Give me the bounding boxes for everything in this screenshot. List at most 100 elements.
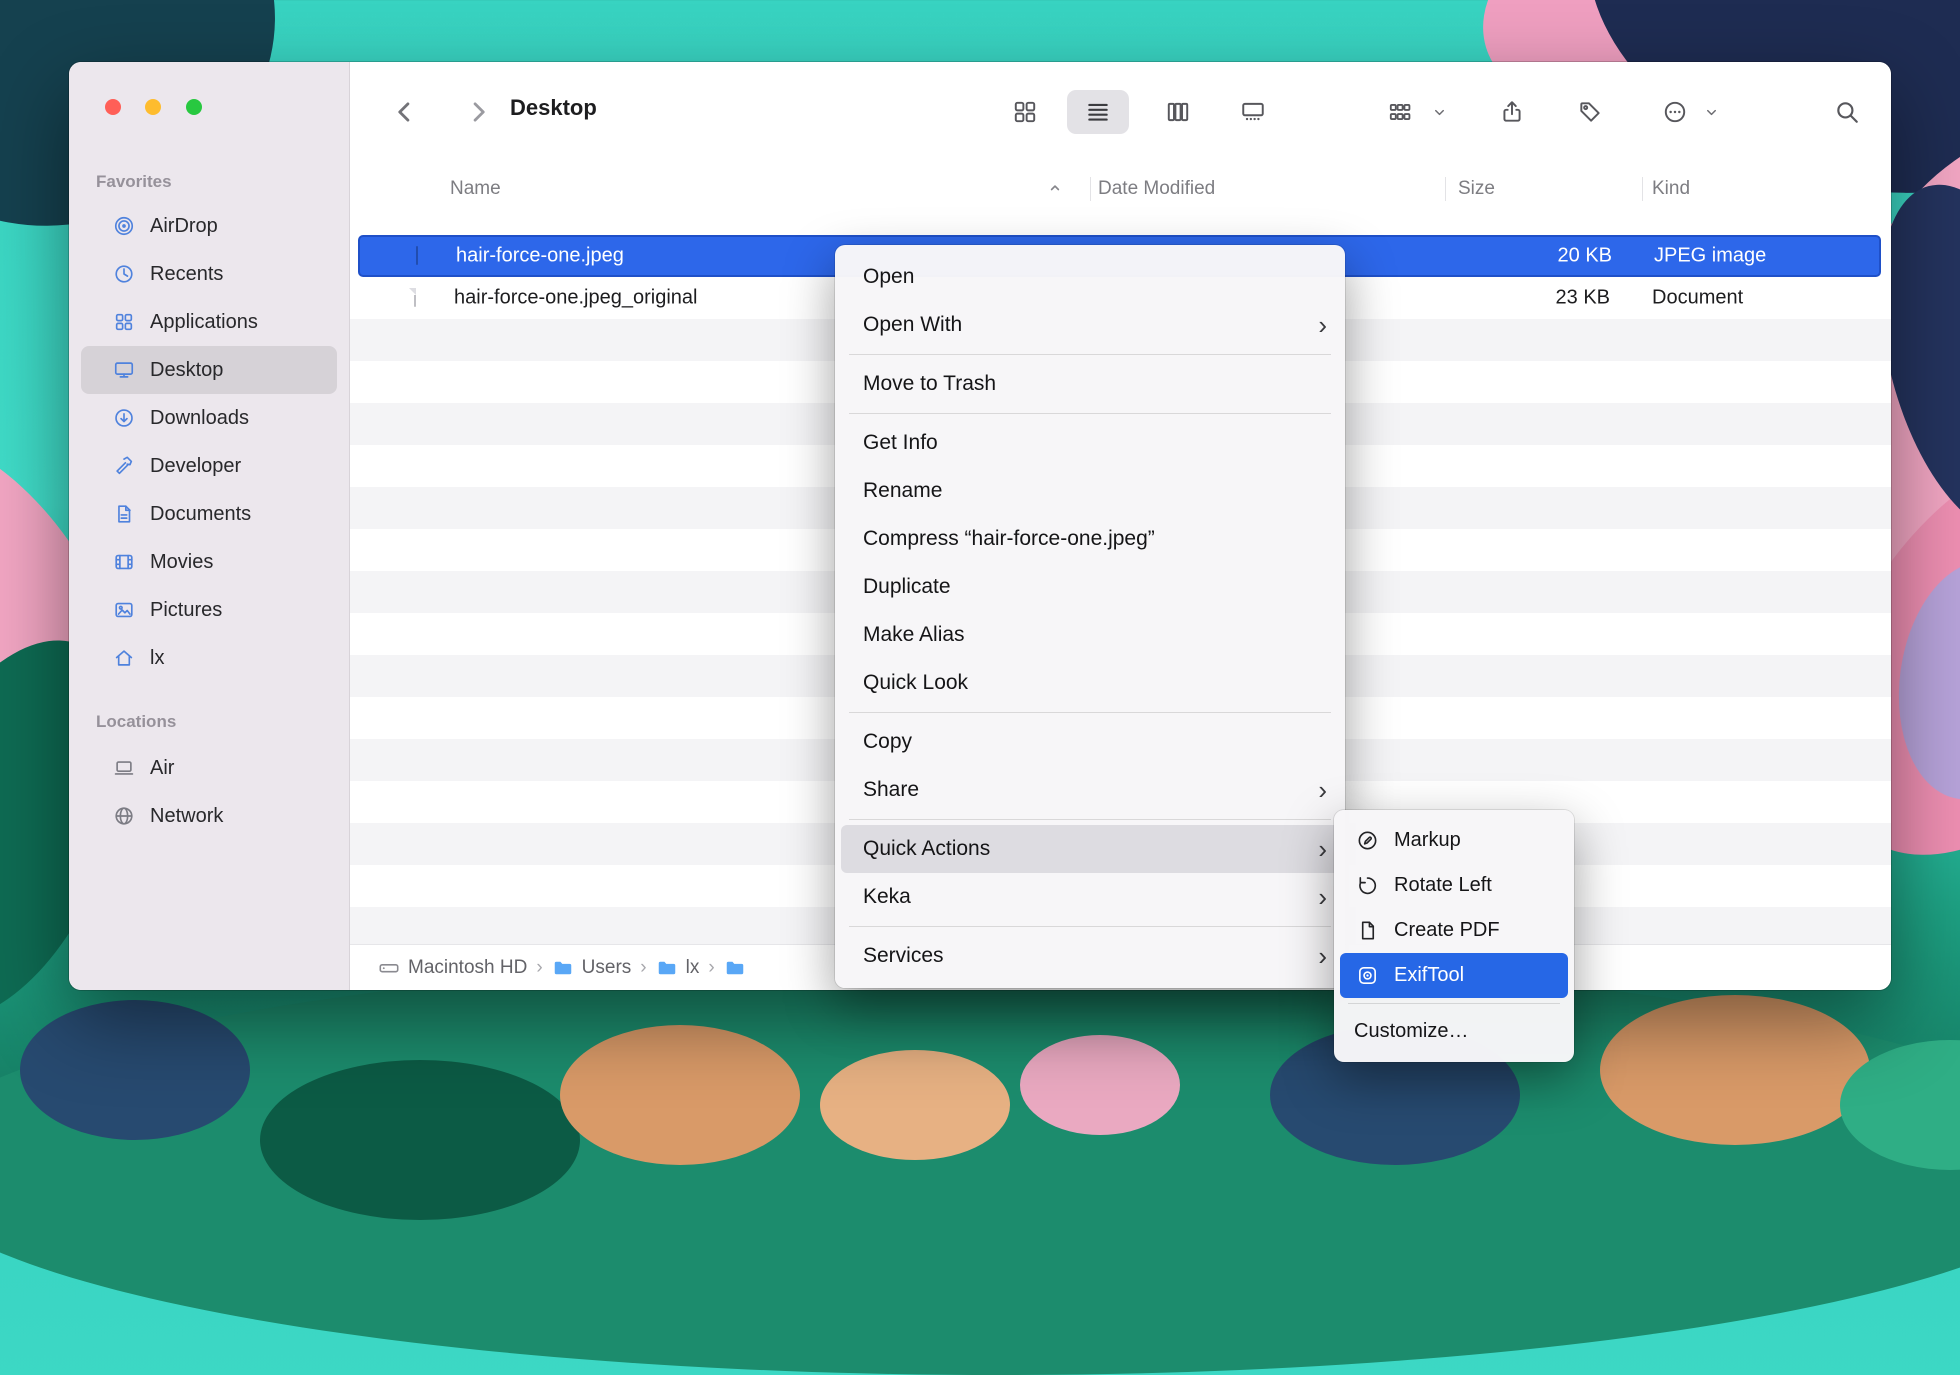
sidebar-item-label: Developer [150,455,241,478]
submenu-item-label: Markup [1394,829,1564,852]
sidebar-item-recents[interactable]: Recents [81,250,337,298]
pathbar-label: Users [582,957,632,979]
menu-item-open-with[interactable]: Open With› [835,301,1345,349]
airdrop-icon [112,214,136,238]
menu-item-share[interactable]: Share› [835,766,1345,814]
sidebar-item-label: Network [150,805,223,828]
tags-button[interactable] [1570,92,1610,132]
search-icon [1834,99,1860,125]
column-divider[interactable] [1642,177,1643,201]
sidebar-item-air[interactable]: Air [81,744,337,792]
chevron-right-icon [464,98,492,126]
group-button[interactable] [1380,92,1420,132]
submenu-item-label: ExifTool [1394,964,1564,987]
sidebar-item-label: lx [150,647,164,670]
column-divider[interactable] [1090,177,1091,201]
pathbar-label: Macintosh HD [408,957,527,979]
hammer-icon [112,454,136,478]
sidebar: Favorites AirDrop Recents Applications D… [69,62,350,990]
menu-item-rename[interactable]: Rename [835,467,1345,515]
submenu-item-customize[interactable]: Customize… [1334,1009,1574,1054]
menu-item-label: Share [863,778,1318,802]
column-header-date-modified[interactable]: Date Modified [1098,178,1215,200]
file-kind: JPEG image [1654,245,1766,268]
back-button[interactable] [385,92,425,132]
wallpaper-shape [560,1025,800,1165]
menu-item-label: Open [863,265,1327,289]
close-button[interactable] [105,99,121,115]
submenu-chevron-icon: › [1318,777,1327,803]
menu-item-quick-actions[interactable]: Quick Actions› [841,825,1339,873]
sidebar-item-desktop[interactable]: Desktop [81,346,337,394]
minimize-button[interactable] [145,99,161,115]
sidebar-section-favorites: Favorites [96,172,172,192]
sidebar-item-downloads[interactable]: Downloads [81,394,337,442]
list-header: Name Date Modified Size Kind [350,162,1891,216]
sidebar-item-developer[interactable]: Developer [81,442,337,490]
menu-item-move-to-trash[interactable]: Move to Trash [835,360,1345,408]
submenu-item-exiftool[interactable]: ExifTool [1340,953,1568,998]
menu-separator [849,413,1331,414]
column-divider[interactable] [1445,177,1446,201]
chevron-down-icon [1430,103,1448,121]
menu-item-duplicate[interactable]: Duplicate [835,563,1345,611]
quick-actions-submenu: Markup Rotate Left Create PDF ExifTool C… [1334,810,1574,1062]
menu-item-copy[interactable]: Copy [835,718,1345,766]
sidebar-item-network[interactable]: Network [81,792,337,840]
menu-item-services[interactable]: Services› [835,932,1345,980]
view-columns-button[interactable] [1158,92,1198,132]
pathbar-item-truncated[interactable] [724,957,746,979]
column-header-kind[interactable]: Kind [1652,178,1690,200]
pathbar-label: lx [686,957,700,979]
menu-item-quick-look[interactable]: Quick Look [835,659,1345,707]
column-header-name[interactable]: Name [450,178,501,200]
markup-icon [1354,829,1380,853]
rotate-left-icon [1354,874,1380,898]
menu-item-label: Make Alias [863,623,1327,647]
pathbar-item-users[interactable]: Users [552,957,632,979]
pathbar-separator-icon: › [708,957,714,979]
view-gallery-button[interactable] [1233,92,1273,132]
sidebar-item-applications[interactable]: Applications [81,298,337,346]
sidebar-item-airdrop[interactable]: AirDrop [81,202,337,250]
sidebar-item-movies[interactable]: Movies [81,538,337,586]
zoom-button[interactable] [186,99,202,115]
tag-icon [1577,99,1603,125]
pathbar-separator-icon: › [640,957,646,979]
search-button[interactable] [1827,92,1867,132]
sidebar-item-documents[interactable]: Documents [81,490,337,538]
menu-item-compress[interactable]: Compress “hair-force-one.jpeg” [835,515,1345,563]
columns-view-icon [1165,99,1191,125]
menu-item-make-alias[interactable]: Make Alias [835,611,1345,659]
menu-item-get-info[interactable]: Get Info [835,419,1345,467]
more-button[interactable] [1655,92,1695,132]
sidebar-item-label: Applications [150,311,258,334]
menu-item-keka[interactable]: Keka› [835,873,1345,921]
pathbar-item-macintosh-hd[interactable]: Macintosh HD [378,957,527,979]
submenu-item-rotate-left[interactable]: Rotate Left [1334,863,1574,908]
menu-item-open[interactable]: Open [835,253,1345,301]
column-header-size[interactable]: Size [1458,178,1495,200]
folder-icon [552,957,574,979]
sidebar-item-lx[interactable]: lx [81,634,337,682]
submenu-chevron-icon: › [1318,836,1327,862]
submenu-item-create-pdf[interactable]: Create PDF [1334,908,1574,953]
folder-icon [724,957,746,979]
sidebar-item-pictures[interactable]: Pictures [81,586,337,634]
menu-item-label: Move to Trash [863,372,1327,396]
menu-item-label: Compress “hair-force-one.jpeg” [863,527,1327,551]
film-icon [112,550,136,574]
gallery-view-icon [1240,99,1266,125]
submenu-item-markup[interactable]: Markup [1334,818,1574,863]
menu-item-label: Keka [863,885,1318,909]
file-name: hair-force-one.jpeg [456,245,624,268]
share-button[interactable] [1492,92,1532,132]
sidebar-locations-list: Air Network [69,744,349,840]
forward-button[interactable] [458,92,498,132]
view-list-button[interactable] [1078,92,1118,132]
pathbar-item-lx[interactable]: lx [656,957,700,979]
sidebar-item-label: Desktop [150,359,223,382]
view-grid-button[interactable] [1005,92,1045,132]
photo-icon [112,598,136,622]
menu-item-label: Rename [863,479,1327,503]
